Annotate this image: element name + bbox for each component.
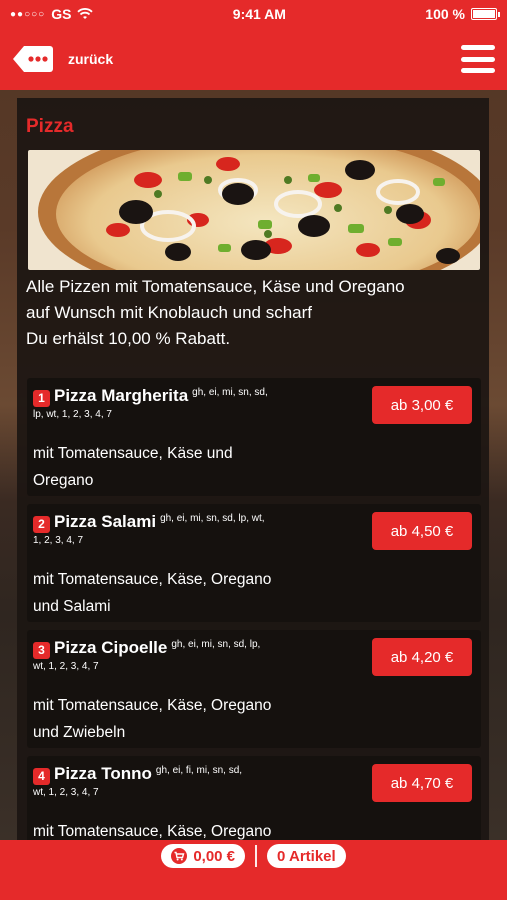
pizza-hero-image: [28, 150, 480, 270]
desc-line: Oregano: [33, 472, 94, 489]
item-name: Pizza Margherita: [54, 386, 189, 405]
item-number-badge: 3: [33, 642, 50, 659]
menu-line: [461, 68, 495, 73]
signal-icon: ●●○○○: [10, 8, 46, 20]
menu-item[interactable]: 3 Pizza Cipoelle gh, ei, mi, sn, sd, lp,…: [27, 630, 481, 748]
item-allergens: wt, 1, 2, 3, 4, 7: [33, 661, 99, 672]
desc-line: und Salami: [33, 598, 111, 615]
hamburger-icon[interactable]: [461, 45, 495, 73]
desc-line: mit Tomatensauce, Käse, Oregano: [33, 697, 272, 714]
cart-articles-button[interactable]: 0 Artikel: [267, 844, 346, 868]
nav-bar: zurück: [0, 28, 507, 90]
item-header: 2 Pizza Salami gh, ei, mi, sn, sd, lp, w…: [33, 512, 363, 548]
item-allergens: gh, ei, mi, sn, sd, lp,: [171, 639, 261, 650]
cart-bar: 0,00 € 0 Artikel: [0, 840, 507, 900]
item-allergens: wt, 1, 2, 3, 4, 7: [33, 787, 99, 798]
carrier: GS: [51, 6, 72, 22]
intro-line: auf Wunsch mit Knoblauch und scharf: [26, 303, 313, 322]
intro-line: Du erhälst 10,00 % Rabatt.: [26, 329, 231, 348]
item-description: mit Tomatensauce, Käse, Oregano und Sala…: [33, 566, 333, 620]
category-intro: Alle Pizzen mit Tomatensauce, Käse und O…: [26, 274, 486, 352]
battery-icon: [471, 8, 500, 20]
status-left: ●●○○○ GS: [10, 6, 94, 22]
cart-total-button[interactable]: 0,00 €: [161, 844, 246, 868]
item-allergens: gh, ei, mi, sn, sd, lp, wt,: [160, 513, 265, 524]
item-name: Pizza Salami: [54, 512, 157, 531]
item-allergens: gh, ei, fi, mi, sn, sd,: [155, 765, 243, 776]
item-description: mit Tomatensauce, Käse, Oregano: [33, 818, 333, 840]
item-allergens: lp, wt, 1, 2, 3, 4, 7: [33, 409, 112, 420]
divider: [255, 845, 258, 867]
menu-line: [461, 56, 495, 62]
battery-percent: 100 %: [425, 6, 465, 22]
category-title: Pizza: [26, 116, 74, 137]
cart-icon: [171, 848, 188, 864]
wifi-icon: [77, 8, 94, 19]
status-bar: ●●○○○ GS 9:41 AM 100 %: [0, 0, 507, 28]
back-label: zurück: [68, 51, 114, 67]
item-description: mit Tomatensauce, Käse und Oregano: [33, 440, 333, 494]
back-button[interactable]: zurück: [12, 44, 113, 74]
item-allergens: 1, 2, 3, 4, 7: [33, 535, 84, 546]
item-name: Pizza Tonno: [54, 764, 152, 783]
price-button[interactable]: ab 3,00 €: [372, 386, 472, 424]
price-button[interactable]: ab 4,70 €: [372, 764, 472, 802]
price-button[interactable]: ab 4,50 €: [372, 512, 472, 550]
menu-line: [461, 45, 495, 50]
menu-item[interactable]: 2 Pizza Salami gh, ei, mi, sn, sd, lp, w…: [27, 504, 481, 622]
item-number-badge: 4: [33, 768, 50, 785]
menu-item[interactable]: 1 Pizza Margherita gh, ei, mi, sn, sd, l…: [27, 378, 481, 496]
item-number-badge: 2: [33, 516, 50, 533]
item-allergens: gh, ei, mi, sn, sd,: [192, 387, 268, 398]
item-title-line: 4 Pizza Tonno gh, ei, fi, mi, sn, sd,: [33, 764, 363, 785]
item-header: 4 Pizza Tonno gh, ei, fi, mi, sn, sd, wt…: [33, 764, 363, 800]
desc-line: mit Tomatensauce, Käse, Oregano: [33, 823, 272, 840]
back-bubble-icon: [12, 44, 54, 74]
item-description: mit Tomatensauce, Käse, Oregano und Zwie…: [33, 692, 333, 746]
status-time: 9:41 AM: [232, 6, 286, 22]
item-name: Pizza Cipoelle: [54, 638, 168, 657]
desc-line: mit Tomatensauce, Käse, Oregano: [33, 571, 272, 588]
price-button[interactable]: ab 4,20 €: [372, 638, 472, 676]
cart-total: 0,00 €: [193, 847, 236, 865]
status-right: 100 %: [425, 6, 500, 22]
battery-fill: [473, 10, 495, 18]
intro-line: Alle Pizzen mit Tomatensauce, Käse und O…: [26, 277, 405, 296]
item-header: 3 Pizza Cipoelle gh, ei, mi, sn, sd, lp,…: [33, 638, 363, 674]
menu-item[interactable]: 4 Pizza Tonno gh, ei, fi, mi, sn, sd, wt…: [27, 756, 481, 840]
item-title-line: 2 Pizza Salami gh, ei, mi, sn, sd, lp, w…: [33, 512, 363, 533]
cart-articles: 0 Artikel: [277, 847, 336, 865]
desc-line: und Zwiebeln: [33, 724, 126, 741]
item-title-line: 1 Pizza Margherita gh, ei, mi, sn, sd,: [33, 386, 363, 407]
item-title-line: 3 Pizza Cipoelle gh, ei, mi, sn, sd, lp,: [33, 638, 363, 659]
item-header: 1 Pizza Margherita gh, ei, mi, sn, sd, l…: [33, 386, 363, 422]
item-number-badge: 1: [33, 390, 50, 407]
desc-line: mit Tomatensauce, Käse und: [33, 445, 233, 462]
category-panel: Pizza Alle Pizzen mit Tomatensauce, Käse…: [17, 98, 489, 840]
